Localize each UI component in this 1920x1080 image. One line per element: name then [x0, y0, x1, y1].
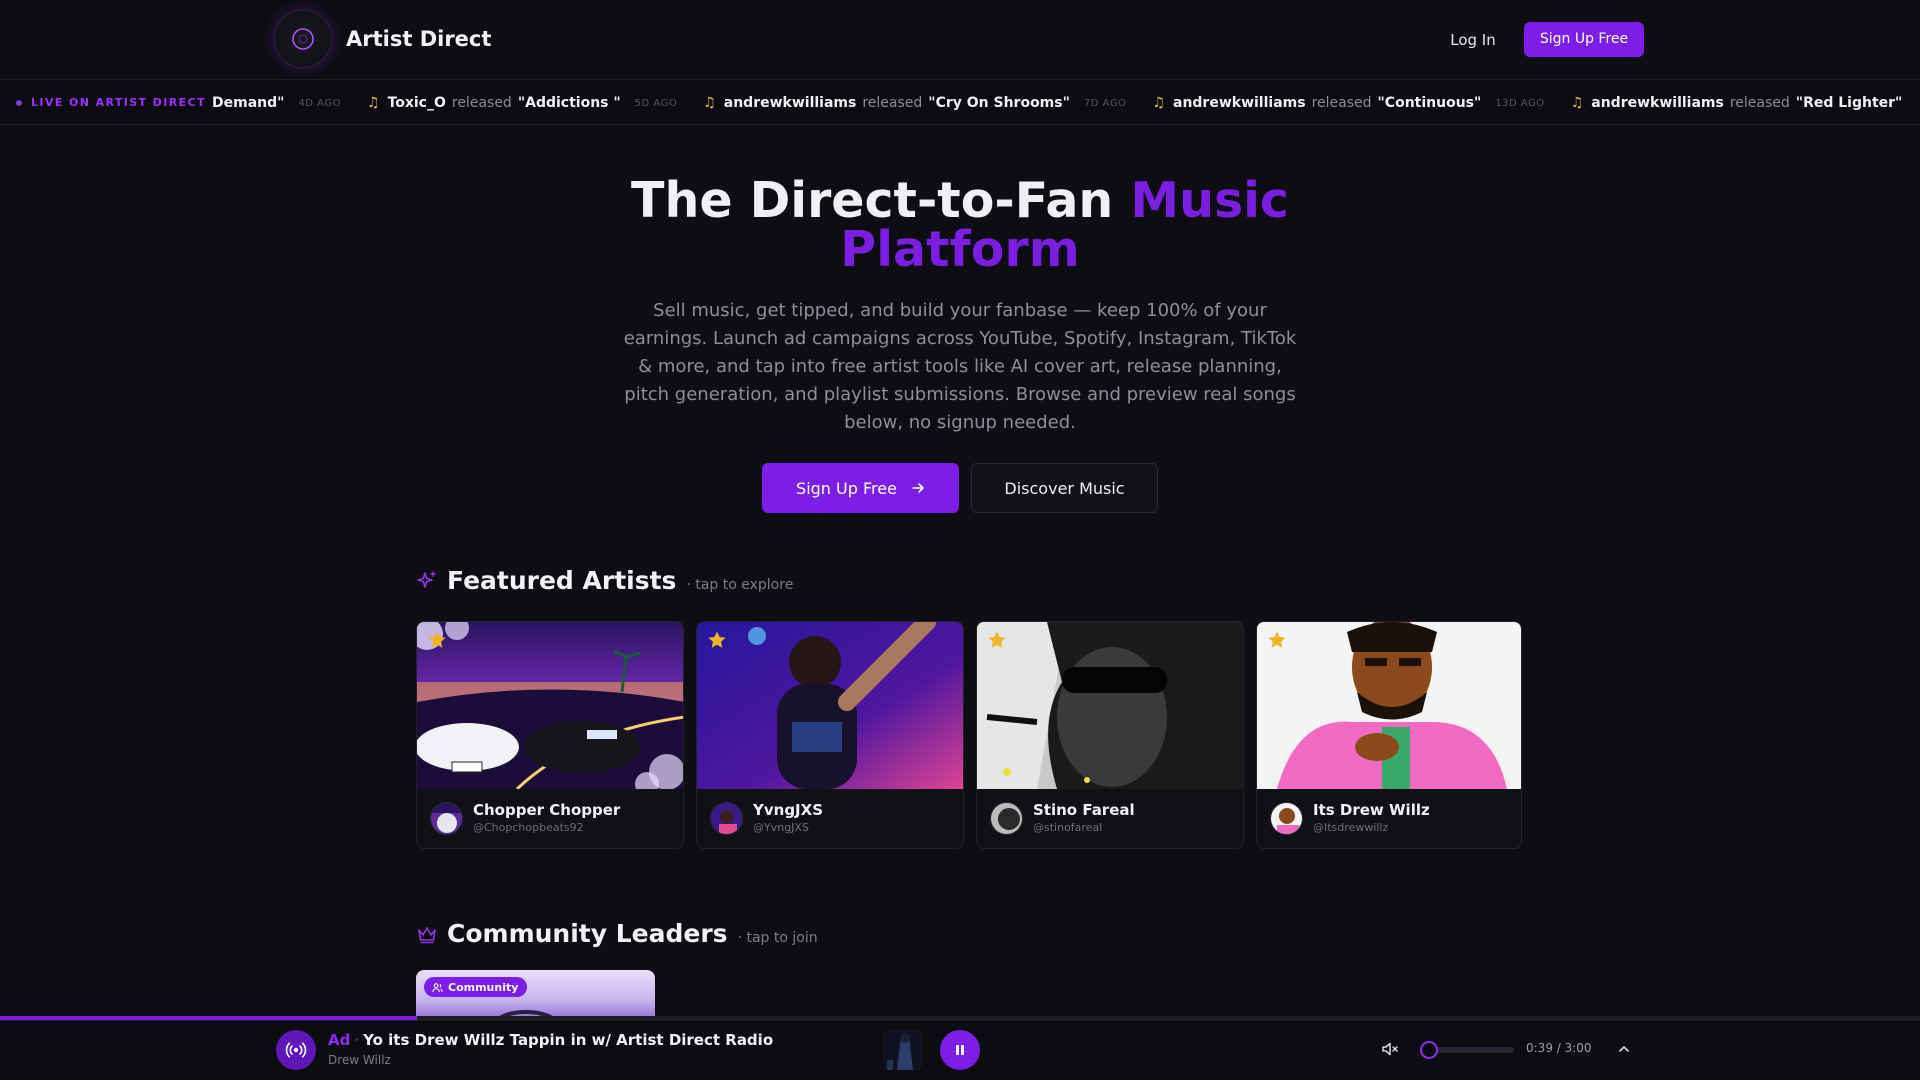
- artist-cover-image: [417, 622, 683, 789]
- music-note-icon: ♫: [1570, 95, 1584, 111]
- community-card[interactable]: Community: [416, 970, 655, 1020]
- title-separator: ·: [354, 1031, 360, 1049]
- ticker-song: Demand": [212, 95, 285, 111]
- chevron-up-icon[interactable]: [1614, 1039, 1634, 1059]
- track-artist: Drew Willz: [328, 1053, 391, 1067]
- live-label-text: LIVE ON ARTIST DIRECT: [31, 96, 206, 109]
- ad-label: Ad: [328, 1031, 351, 1049]
- live-label: LIVE ON ARTIST DIRECT: [16, 81, 206, 124]
- pause-icon: [956, 1045, 964, 1055]
- users-icon: [432, 982, 443, 992]
- hero-signup-label: Sign Up Free: [796, 478, 897, 498]
- artist-avatar: [990, 802, 1023, 835]
- ticker-user: andrewkwilliams: [723, 95, 857, 111]
- hero-subtitle: Sell music, get tipped, and build your f…: [623, 300, 1297, 433]
- artist-avatar: [1270, 802, 1303, 835]
- artist-handle: @stinofareal: [1033, 821, 1103, 834]
- radio-broadcast-icon: [285, 1042, 307, 1058]
- ticker-user: Toxic_O: [387, 95, 446, 111]
- volume-muted-icon[interactable]: [1380, 1039, 1400, 1059]
- artist-card[interactable]: YvngJXS @YvngJXS: [696, 621, 964, 849]
- live-dot-icon: [16, 100, 22, 106]
- ticker-ago: 7D AGO: [1083, 97, 1127, 109]
- discover-music-button[interactable]: Discover Music: [971, 463, 1158, 513]
- section-hint: · tap to explore: [686, 577, 794, 593]
- artist-card[interactable]: Stino Fareal @stinofareal: [976, 621, 1244, 849]
- artist-cover-image: [1257, 622, 1521, 789]
- ticker-verb: released: [1729, 95, 1790, 111]
- ticker-verb: released: [862, 95, 923, 111]
- star-icon: [1268, 631, 1286, 648]
- ticker-item[interactable]: ♫ andrewkwilliams released "Cry On Shroo…: [703, 95, 1126, 111]
- hero-title-accent: Music: [1130, 172, 1289, 229]
- hero-signup-button[interactable]: Sign Up Free: [762, 463, 959, 513]
- now-playing-title: Ad · Yo its Drew Willz Tappin in w/ Artist…: [328, 1031, 773, 1049]
- artist-avatar: [430, 802, 463, 835]
- ticker-item[interactable]: ♫ andrewkwilliams released "Red Lighter": [1571, 95, 1903, 111]
- brand-name: Artist Direct: [346, 27, 492, 51]
- community-badge-label: Community: [448, 980, 519, 994]
- artist-cover-image: [697, 622, 963, 789]
- community-leaders-heading: Community Leaders · tap to join: [416, 919, 818, 948]
- signup-button[interactable]: Sign Up Free: [1524, 22, 1644, 57]
- logo-icon: [274, 10, 332, 68]
- artist-handle: @Chopchopbeats92: [473, 821, 584, 834]
- artist-card[interactable]: Its Drew Willz @Itsdrewwillz: [1256, 621, 1522, 849]
- ticker-ago: 4D AGO: [298, 97, 341, 109]
- section-title: Featured Artists: [447, 566, 677, 595]
- music-note-icon: ♫: [703, 95, 716, 111]
- ticker-item[interactable]: ♫ andrewkwilliams released "Continuous" …: [1152, 95, 1544, 111]
- sparkles-icon: [417, 570, 436, 588]
- ticker-song: "Continuous": [1377, 95, 1482, 111]
- top-nav: Artist Direct Log In Sign Up Free: [0, 0, 1920, 80]
- artist-card[interactable]: Chopper Chopper @Chopchopbeats92: [416, 621, 684, 849]
- star-icon: [428, 631, 446, 648]
- time-readout: 0:39 / 3:00: [1526, 1041, 1592, 1055]
- community-badge: Community: [424, 977, 528, 997]
- arrow-right-icon: [912, 483, 924, 493]
- artist-name: Its Drew Willz: [1313, 801, 1430, 819]
- ticker-song: "Cry On Shrooms": [928, 95, 1070, 111]
- ticker-song: "Red Lighter": [1795, 95, 1903, 111]
- artist-handle: @Itsdrewwillz: [1313, 821, 1389, 834]
- ticker-user: andrewkwilliams: [1591, 95, 1724, 111]
- ticker-ago: 13D AGO: [1495, 97, 1545, 109]
- brand[interactable]: Artist Direct: [274, 10, 491, 68]
- audio-player: Ad · Yo its Drew Willz Tappin in w/ Artist…: [0, 1020, 1920, 1080]
- section-hint: · tap to join: [737, 930, 818, 946]
- artist-name: YvngJXS: [753, 801, 824, 819]
- ticker-ago: 5D AGO: [634, 97, 678, 109]
- artist-name: Chopper Chopper: [473, 801, 621, 819]
- music-note-icon: ♫: [1152, 95, 1165, 111]
- hero-title: The Direct-to-Fan Music Platform: [560, 176, 1360, 274]
- ticker-item[interactable]: Demand" 4D AGO: [212, 95, 341, 111]
- ticker-user: andrewkwilliams: [1173, 95, 1306, 111]
- login-link[interactable]: Log In: [1442, 26, 1504, 54]
- music-note-icon: ♫: [366, 95, 380, 111]
- pause-button[interactable]: [940, 1030, 980, 1070]
- artist-avatar: [710, 802, 743, 835]
- crown-icon: [418, 926, 436, 943]
- ticker-song: "Addictions ": [517, 95, 621, 111]
- volume-knob[interactable]: [1420, 1041, 1438, 1059]
- track-thumbnail[interactable]: [883, 1030, 923, 1070]
- star-icon: [988, 631, 1006, 648]
- ticker-track: Demand" 4D AGO ♫ Toxic_O released "Addic…: [212, 81, 1920, 124]
- ticker-verb: released: [1311, 95, 1372, 111]
- radio-button[interactable]: [276, 1030, 316, 1070]
- star-icon: [708, 631, 726, 648]
- live-ticker: LIVE ON ARTIST DIRECT Demand" 4D AGO ♫ T…: [0, 81, 1920, 125]
- artist-handle: @YvngJXS: [753, 821, 809, 834]
- ticker-item[interactable]: ♫ Toxic_O released "Addictions " 5D AGO: [367, 95, 677, 111]
- track-title: Yo its Drew Willz Tappin in w/ Artist Di…: [363, 1031, 774, 1049]
- volume-slider[interactable]: [1420, 1041, 1514, 1059]
- artist-name: Stino Fareal: [1033, 801, 1135, 819]
- featured-artists-heading: Featured Artists · tap to explore: [416, 566, 793, 595]
- artist-cover-image: [977, 622, 1243, 789]
- hero-title-accent: Platform: [840, 221, 1080, 278]
- section-title: Community Leaders: [447, 919, 728, 948]
- ticker-verb: released: [451, 95, 512, 111]
